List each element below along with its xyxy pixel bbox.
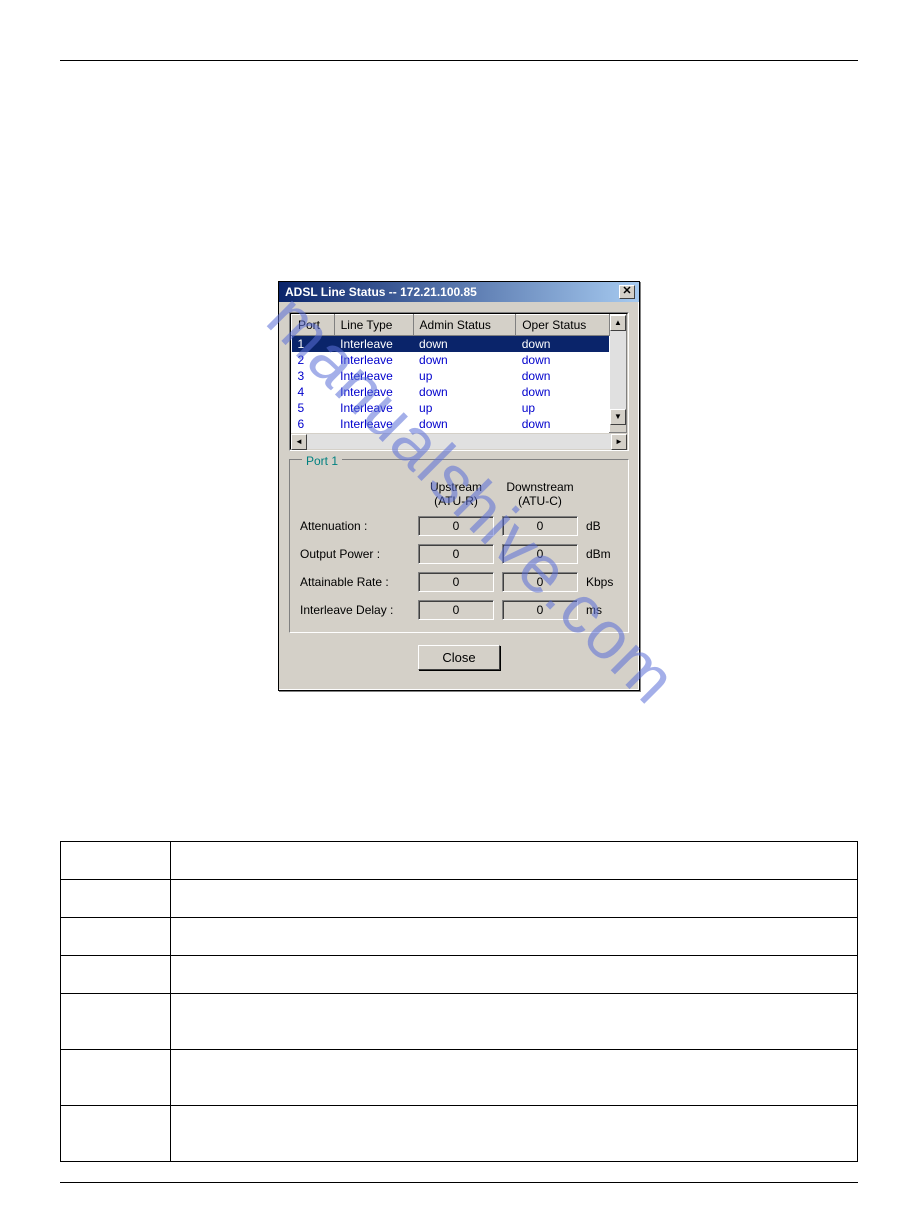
description-table (60, 841, 858, 1162)
col-port[interactable]: Port (292, 315, 335, 336)
port-table: Port Line Type Admin Status Oper Status … (289, 312, 629, 451)
table-row[interactable]: 4Interleavedowndown (292, 384, 627, 400)
output-power-label: Output Power : (300, 547, 410, 561)
table-header-row: Port Line Type Admin Status Oper Status … (292, 315, 627, 336)
table-row[interactable]: 1Interleavedowndown (292, 336, 627, 353)
attainable-rate-label: Attainable Rate : (300, 575, 410, 589)
output-power-up: 0 (418, 544, 494, 564)
details-legend: Port 1 (302, 454, 342, 468)
table-row[interactable]: 3Interleaveupdown (292, 368, 627, 384)
dialog-title: ADSL Line Status -- 172.21.100.85 (285, 285, 477, 299)
col-oper-status[interactable]: Oper Status (516, 315, 610, 336)
interleave-delay-up: 0 (418, 600, 494, 620)
bottom-divider (60, 1182, 858, 1183)
table-row[interactable]: 2Interleavedowndown (292, 352, 627, 368)
attenuation-down: 0 (502, 516, 578, 536)
scroll-right-icon[interactable]: ► (611, 434, 627, 450)
attenuation-label: Attenuation : (300, 519, 410, 533)
top-divider (60, 60, 858, 61)
port-details-group: Port 1 Upstream (ATU-R) Downstream (ATU-… (289, 459, 629, 634)
table-row[interactable]: 6Interleavedowndown (292, 416, 627, 432)
interleave-delay-down: 0 (502, 600, 578, 620)
downstream-header: Downstream (ATU-C) (502, 480, 578, 509)
scrollbar-track[interactable] (610, 331, 626, 409)
dialog-titlebar[interactable]: ADSL Line Status -- 172.21.100.85 ✕ (279, 282, 639, 302)
attainable-rate-down: 0 (502, 572, 578, 592)
scroll-up-icon[interactable]: ▲ (610, 315, 626, 331)
interleave-delay-unit: ms (586, 603, 626, 617)
adsl-line-status-dialog: ADSL Line Status -- 172.21.100.85 ✕ Port… (278, 281, 640, 691)
scroll-left-icon[interactable]: ◄ (291, 434, 307, 450)
interleave-delay-label: Interleave Delay : (300, 603, 410, 617)
table-row[interactable]: 5Interleaveupup (292, 400, 627, 416)
attainable-rate-up: 0 (418, 572, 494, 592)
horizontal-scrollbar[interactable]: ◄ ► (291, 433, 627, 449)
scroll-down-icon[interactable]: ▼ (610, 409, 626, 425)
upstream-header: Upstream (ATU-R) (418, 480, 494, 509)
close-icon[interactable]: ✕ (619, 285, 635, 299)
output-power-unit: dBm (586, 547, 626, 561)
attenuation-unit: dB (586, 519, 626, 533)
output-power-down: 0 (502, 544, 578, 564)
attainable-rate-unit: Kbps (586, 575, 626, 589)
col-line-type[interactable]: Line Type (334, 315, 413, 336)
attenuation-up: 0 (418, 516, 494, 536)
close-button[interactable]: Close (418, 645, 500, 670)
col-admin-status[interactable]: Admin Status (413, 315, 516, 336)
